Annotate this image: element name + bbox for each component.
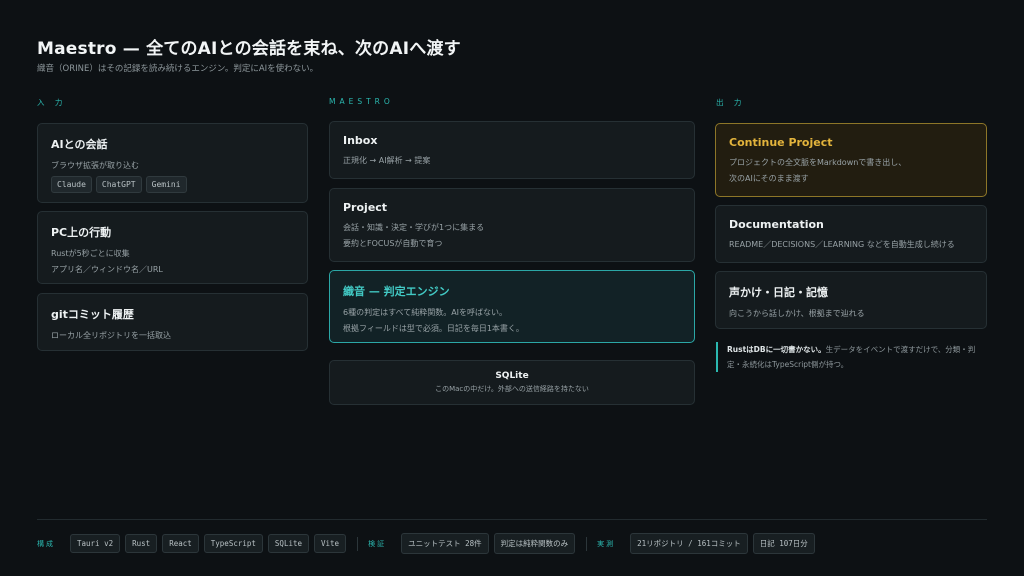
card-title: 声かけ・日記・記憶 — [729, 286, 828, 299]
input-card-pc-activity: PC上の行動 Rustが5秒ごとに収集 アプリ名／ウィンドウ名／URL — [37, 211, 308, 284]
output-card-continue-project: Continue Project プロジェクトの全文脈をMarkdownで書き出… — [715, 123, 987, 197]
verify-tag: 判定は純粋関数のみ — [493, 533, 576, 554]
verify-tag: ユニットテスト 28件 — [401, 533, 489, 554]
card-line: ブラウザ拡張が取り込む — [51, 161, 139, 170]
footer-separator — [357, 536, 359, 551]
card-title: Project — [343, 201, 388, 214]
card-line: 向こうから話しかけ、根拠まで辿れる — [729, 309, 865, 318]
tag-claude: Claude — [51, 176, 92, 193]
card-title: AIとの会話 — [51, 138, 108, 151]
footer-separator — [586, 536, 588, 551]
maestro-card-sqlite: SQLite このMacの中だけ。外部への送信経路を持たない — [329, 360, 695, 405]
actual-tag: 日記 107日分 — [752, 533, 815, 554]
card-title: Inbox — [343, 134, 378, 147]
card-line: 次のAIにそのまま渡す — [729, 174, 809, 183]
output-column-label: 出 力 — [716, 98, 746, 107]
footer-verify-label: 検証 — [368, 539, 387, 548]
stack-tag: Rust — [125, 534, 158, 553]
tag-gemini: Gemini — [145, 176, 187, 193]
card-line: README／DECISIONS／LEARNING などを自動生成し続ける — [729, 240, 955, 249]
stack-tag: SQLite — [267, 534, 310, 553]
input-card-git-history: gitコミット履歴 ローカル全リポジトリを一括取込 — [37, 293, 308, 351]
card-line: ローカル全リポジトリを一括取込 — [51, 331, 171, 340]
card-title: Continue Project — [729, 136, 833, 149]
stack-tag: React — [162, 534, 199, 553]
maestro-column-label: MAESTRO — [329, 97, 394, 106]
footer: 構成 Tauri v2 Rust React TypeScript SQLite… — [37, 533, 820, 554]
note-strong: RustはDBに一切書かない。 — [727, 345, 826, 354]
card-title: gitコミット履歴 — [51, 308, 134, 321]
maestro-card-orine-engine: 織音 — 判定エンジン 6種の判定はすべて純粋関数。AIを呼ばない。 根拠フィー… — [329, 270, 695, 343]
architecture-note: RustはDBに一切書かない。生データをイベントで渡すだけで、分類・判定・永続化… — [716, 342, 986, 372]
card-line: アプリ名／ウィンドウ名／URL — [51, 265, 163, 274]
card-line: 要約とFOCUSが自動で育つ — [343, 239, 443, 248]
output-card-voice-diary-memory: 声かけ・日記・記憶 向こうから話しかけ、根拠まで辿れる — [715, 271, 987, 329]
card-title: Documentation — [729, 218, 824, 231]
stack-tag: Tauri v2 — [70, 534, 121, 553]
footer-stack-label: 構成 — [37, 539, 55, 548]
card-line: プロジェクトの全文脈をMarkdownで書き出し、 — [729, 158, 907, 167]
maestro-card-project: Project 会話・知識・決定・学びが1つに集まる 要約とFOCUSが自動で育… — [329, 188, 695, 262]
actual-tag: 21リポジトリ / 161コミット — [630, 533, 748, 554]
card-line: 会話・知識・決定・学びが1つに集まる — [343, 223, 485, 232]
card-title: SQLite — [495, 371, 529, 381]
stack-tag: TypeScript — [203, 534, 263, 553]
card-line: Rustが5秒ごとに収集 — [51, 249, 130, 258]
card-line: 根拠フィールドは型で必須。日記を毎日1本書く。 — [343, 324, 524, 333]
output-card-documentation: Documentation README／DECISIONS／LEARNING … — [715, 205, 987, 263]
stack-tag: Vite — [314, 534, 347, 553]
card-line: 正規化 → AI解析 → 提案 — [343, 156, 431, 165]
card-line: 6種の判定はすべて純粋関数。AIを呼ばない。 — [343, 308, 508, 317]
source-tags: Claude ChatGPT Gemini — [51, 176, 294, 193]
tag-chatgpt: ChatGPT — [95, 176, 142, 193]
card-title: PC上の行動 — [51, 226, 112, 239]
page-subtitle: 織音（ORINE）はその記録を読み続けるエンジン。判定にAIを使わない。 — [37, 64, 319, 74]
card-title: 織音 — 判定エンジン — [343, 285, 450, 298]
input-column-label: 入 力 — [37, 98, 67, 107]
maestro-card-inbox: Inbox 正規化 → AI解析 → 提案 — [329, 121, 695, 179]
input-card-ai-conversation: AIとの会話 ブラウザ拡張が取り込む Claude ChatGPT Gemini — [37, 123, 308, 203]
footer-actual-label: 実測 — [597, 539, 616, 548]
footer-divider — [37, 519, 987, 520]
card-line: このMacの中だけ。外部への送信経路を持たない — [435, 385, 589, 393]
page-title: Maestro — 全てのAIとの会話を束ね、次のAIへ渡す — [37, 39, 461, 59]
